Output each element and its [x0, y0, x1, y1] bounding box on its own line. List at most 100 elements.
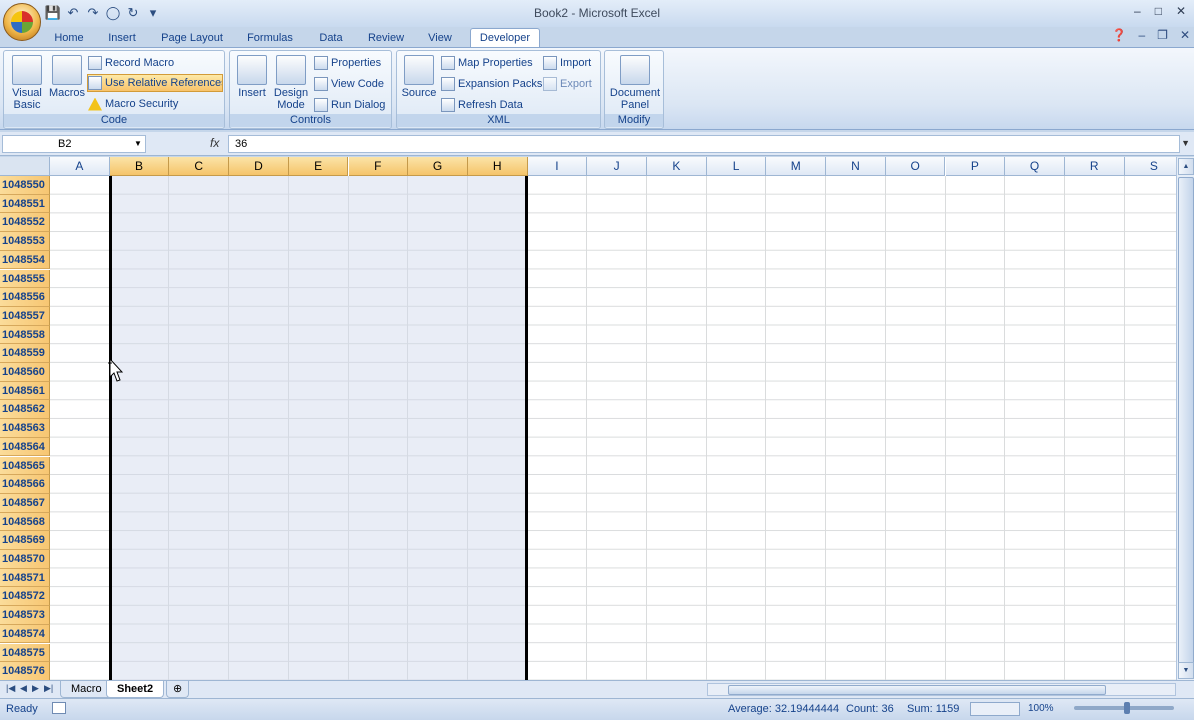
source-button[interactable]: Source	[400, 55, 438, 99]
row-header[interactable]: 1048554	[0, 250, 50, 270]
row-header[interactable]: 1048572	[0, 587, 50, 607]
column-header-m[interactable]: M	[766, 157, 827, 176]
column-header-k[interactable]: K	[647, 157, 707, 176]
insert-sheet-icon[interactable]: ⊕	[166, 681, 190, 698]
row-header[interactable]: 1048556	[0, 288, 50, 307]
tab-home[interactable]: Home	[48, 29, 90, 47]
prev-sheet-icon[interactable]: ◀	[20, 683, 27, 694]
close-button[interactable]: ✕	[1176, 4, 1186, 18]
minimize-button[interactable]: –	[1134, 4, 1141, 18]
row-header[interactable]: 1048575	[0, 643, 50, 663]
column-header-o[interactable]: O	[885, 157, 946, 176]
row-header[interactable]: 1048565	[0, 456, 50, 476]
column-header-p[interactable]: P	[945, 157, 1006, 176]
column-header-s[interactable]: S	[1124, 157, 1176, 176]
column-header-c[interactable]: C	[169, 157, 230, 176]
next-sheet-icon[interactable]: ▶	[32, 683, 39, 694]
row-header[interactable]: 1048568	[0, 512, 50, 532]
sheet-tab-sheet2[interactable]: Sheet2	[106, 681, 165, 698]
map-properties-button[interactable]: Map Properties	[441, 54, 533, 72]
design-mode-button[interactable]: Design Mode	[272, 55, 310, 111]
tab-page-layout[interactable]: Page Layout	[156, 29, 228, 47]
select-all-corner[interactable]	[0, 157, 50, 176]
row-header[interactable]: 1048560	[0, 363, 50, 382]
tab-review[interactable]: Review	[362, 29, 410, 47]
maximize-button[interactable]: □	[1155, 4, 1162, 18]
column-header-h[interactable]: H	[467, 157, 528, 176]
macro-record-icon[interactable]	[52, 702, 66, 714]
visual-basic-button[interactable]: Visual Basic	[8, 55, 46, 111]
view-buttons[interactable]	[970, 702, 1020, 716]
column-header-a[interactable]: A	[50, 157, 110, 176]
import-button[interactable]: Import	[543, 54, 591, 72]
ribbon-close-icon[interactable]: ✕	[1180, 28, 1190, 42]
row-header[interactable]: 1048561	[0, 381, 50, 401]
refresh-data-button[interactable]: Refresh Data	[441, 96, 523, 114]
column-header-d[interactable]: D	[229, 157, 289, 176]
macro-security-button[interactable]: Macro Security	[88, 95, 178, 113]
worksheet-grid[interactable]: ABCDEFGHIJKLMNOPQRS 1048550 1048551 104855…	[0, 157, 1176, 680]
row-header[interactable]: 1048559	[0, 344, 50, 363]
row-header[interactable]: 1048569	[0, 531, 50, 550]
column-header-e[interactable]: E	[288, 157, 349, 176]
row-header[interactable]: 1048567	[0, 493, 50, 513]
export-button[interactable]: Export	[543, 75, 592, 93]
row-header[interactable]: 1048558	[0, 325, 50, 345]
ribbon-minimize-icon[interactable]: –	[1138, 28, 1145, 42]
column-header-q[interactable]: Q	[1005, 157, 1065, 176]
row-header[interactable]: 1048573	[0, 606, 50, 625]
row-header[interactable]: 1048570	[0, 550, 50, 569]
ribbon-restore-icon[interactable]: ❐	[1157, 28, 1168, 42]
column-header-f[interactable]: F	[348, 157, 409, 176]
row-header[interactable]: 1048553	[0, 232, 50, 251]
sheet-tab-macro[interactable]: Macro	[60, 681, 113, 698]
expansion-packs-button[interactable]: Expansion Packs	[441, 75, 542, 93]
last-sheet-icon[interactable]: ▶|	[44, 683, 53, 694]
insert-function-icon[interactable]: fx	[210, 136, 219, 150]
help-icon[interactable]: ❓	[1112, 28, 1127, 42]
properties-button[interactable]: Properties	[314, 54, 381, 72]
row-header[interactable]: 1048550	[0, 176, 50, 195]
row-header[interactable]: 1048551	[0, 194, 50, 214]
column-header-j[interactable]: J	[587, 157, 647, 176]
row-header[interactable]: 1048562	[0, 400, 50, 420]
column-header-g[interactable]: G	[408, 157, 468, 176]
row-header[interactable]: 1048571	[0, 568, 50, 588]
tab-developer[interactable]: Developer	[470, 28, 540, 48]
office-button[interactable]	[3, 3, 41, 41]
formula-input[interactable]: 36	[228, 135, 1180, 153]
column-header-r[interactable]: R	[1064, 157, 1125, 176]
row-header[interactable]: 1048557	[0, 306, 50, 326]
row-header[interactable]: 1048566	[0, 475, 50, 494]
scroll-up-icon[interactable]: ▲	[1178, 158, 1194, 175]
row-header[interactable]: 1048564	[0, 437, 50, 457]
horizontal-scroll-thumb[interactable]	[728, 685, 1106, 695]
horizontal-scrollbar[interactable]	[707, 683, 1176, 696]
record-macro-button[interactable]: Record Macro	[88, 54, 174, 72]
expand-formula-bar-icon[interactable]: ▼	[1181, 138, 1190, 148]
zoom-level[interactable]: 100%	[1028, 703, 1054, 714]
column-header-b[interactable]: B	[109, 157, 170, 176]
column-header-n[interactable]: N	[826, 157, 886, 176]
scroll-down-icon[interactable]: ▼	[1178, 662, 1194, 679]
name-box[interactable]: B2	[2, 135, 146, 153]
row-header[interactable]: 1048552	[0, 213, 50, 233]
view-code-button[interactable]: View Code	[314, 75, 384, 93]
use-relative-references-button[interactable]: Use Relative References	[87, 74, 223, 92]
column-header-i[interactable]: I	[527, 157, 588, 176]
insert-control-button[interactable]: Insert	[233, 55, 271, 99]
macros-button[interactable]: Macros	[48, 55, 86, 99]
vertical-scrollbar[interactable]: ▲ ▼	[1176, 157, 1194, 680]
tab-view[interactable]: View	[420, 29, 460, 47]
run-dialog-button[interactable]: Run Dialog	[314, 96, 385, 114]
tab-insert[interactable]: Insert	[100, 29, 144, 47]
row-header[interactable]: 1048563	[0, 419, 50, 438]
vertical-scroll-thumb[interactable]	[1178, 177, 1194, 667]
chevron-down-icon[interactable]: ▼	[134, 139, 142, 148]
column-header-l[interactable]: L	[706, 157, 767, 176]
zoom-slider-thumb[interactable]	[1124, 702, 1130, 714]
row-header[interactable]: 1048555	[0, 269, 50, 289]
document-panel-button[interactable]: Document Panel	[607, 55, 663, 111]
row-header[interactable]: 1048576	[0, 662, 50, 680]
tab-data[interactable]: Data	[312, 29, 350, 47]
